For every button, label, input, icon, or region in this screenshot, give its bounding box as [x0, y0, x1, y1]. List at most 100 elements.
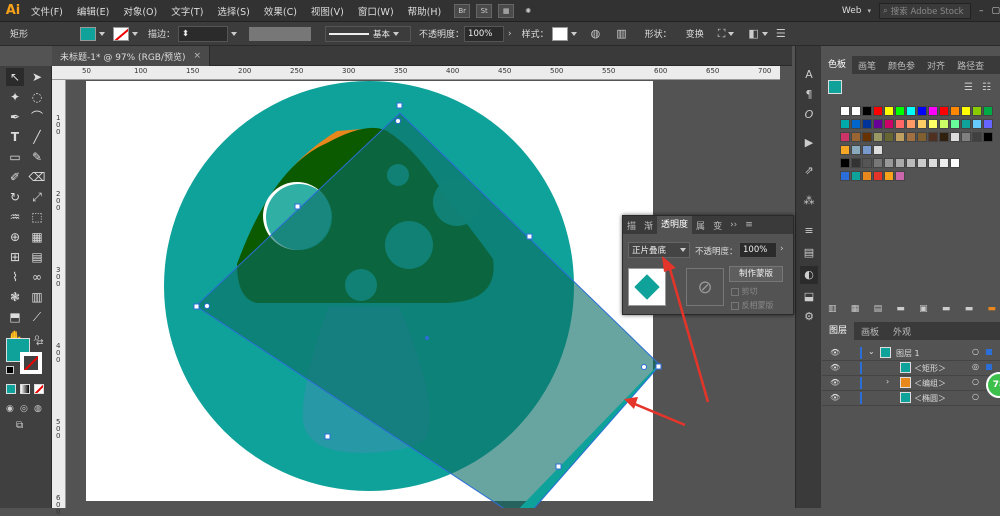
color-swatch[interactable]: [840, 132, 850, 142]
color-swatch[interactable]: [917, 119, 927, 129]
color-swatch[interactable]: [917, 132, 927, 142]
opacity-field[interactable]: 100%: [739, 242, 777, 258]
layer-row[interactable]: 👁 ＜椭圆＞ ○: [822, 391, 1000, 406]
color-swatch[interactable]: [906, 158, 916, 168]
rectangle-icon[interactable]: ▭: [6, 148, 24, 166]
color-swatch[interactable]: [950, 158, 960, 168]
arrange-docs-button[interactable]: ▦: [498, 3, 515, 18]
color-swatch[interactable]: [873, 132, 883, 142]
lasso-icon[interactable]: ◌: [28, 88, 46, 106]
color-swatch[interactable]: [840, 171, 850, 181]
chevron-down-icon[interactable]: [99, 31, 105, 36]
tab-transparency[interactable]: 透明度: [657, 216, 693, 234]
menu-file[interactable]: 文件(F): [24, 4, 70, 18]
properties-icon[interactable]: ⚙: [800, 308, 818, 326]
menu-object[interactable]: 对象(O): [116, 4, 164, 18]
eye-icon[interactable]: 👁: [830, 378, 840, 387]
trash-icon[interactable]: ▬: [987, 304, 996, 314]
color-swatch[interactable]: [884, 171, 894, 181]
tab-color-guide[interactable]: 颜色参: [882, 59, 921, 72]
tab-gradient[interactable]: 渐: [640, 219, 657, 232]
color-swatch[interactable]: [928, 132, 938, 142]
delete-swatch-icon[interactable]: ▬: [942, 304, 951, 314]
color-swatch[interactable]: [895, 158, 905, 168]
symbol-sprayer-icon[interactable]: ❃: [6, 288, 24, 306]
tab-artboards[interactable]: 画板: [854, 325, 886, 338]
stroke-color-box[interactable]: [20, 352, 42, 374]
symbols-icon[interactable]: ⁂: [800, 192, 818, 210]
color-swatch[interactable]: [862, 145, 872, 155]
live-corner-widget[interactable]: [641, 364, 647, 370]
tab-pathfinder[interactable]: 路径查: [951, 59, 990, 72]
new-color-group-icon[interactable]: ▬: [896, 304, 905, 314]
color-swatch[interactable]: [906, 119, 916, 129]
document-tab[interactable]: 未标题-1* @ 97% (RGB/预览) ×: [52, 46, 211, 66]
color-swatch[interactable]: [873, 158, 883, 168]
color-swatch[interactable]: [895, 171, 905, 181]
anchor-handle[interactable]: [655, 363, 662, 370]
fill-swatch[interactable]: [80, 26, 96, 41]
color-swatch[interactable]: [917, 106, 927, 116]
transparency-panel-icon[interactable]: ◐: [800, 266, 818, 284]
anchor-handle[interactable]: [324, 433, 331, 440]
maximize-icon[interactable]: ▢: [991, 6, 1000, 16]
tab-swatches[interactable]: 色板: [822, 56, 853, 74]
color-swatch[interactable]: [840, 158, 850, 168]
color-swatch[interactable]: [972, 132, 982, 142]
grid-view-icon[interactable]: ☷: [982, 82, 991, 93]
workspace-switcher[interactable]: Web: [842, 6, 862, 16]
rotate-icon[interactable]: ↻: [6, 188, 24, 206]
color-swatch[interactable]: [928, 158, 938, 168]
tab-attributes[interactable]: 属: [692, 219, 709, 232]
stroke-weight-field[interactable]: ⬍: [178, 25, 229, 42]
tab-layers[interactable]: 图层: [822, 322, 855, 340]
chevron-right-icon[interactable]: ›: [508, 29, 512, 39]
gpu-icon[interactable]: ✺: [520, 4, 536, 18]
anchor-handle[interactable]: [396, 102, 403, 109]
anchor-handle[interactable]: [526, 233, 533, 240]
color-swatch[interactable]: [884, 158, 894, 168]
tab-stroke[interactable]: 描: [623, 219, 640, 232]
align-icon[interactable]: ▥: [616, 27, 626, 40]
chevron-down-icon[interactable]: [231, 31, 238, 36]
color-swatch[interactable]: [884, 119, 894, 129]
color-swatch[interactable]: [950, 132, 960, 142]
color-swatch[interactable]: [873, 171, 883, 181]
target-icon[interactable]: ◎: [972, 362, 979, 371]
color-swatch[interactable]: [862, 132, 872, 142]
color-mode-icon[interactable]: [6, 384, 16, 394]
color-swatch[interactable]: [983, 119, 993, 129]
blend-icon[interactable]: ∞: [28, 268, 46, 286]
menu-effect[interactable]: 效果(C): [257, 4, 304, 18]
variable-width-profile[interactable]: [249, 26, 312, 41]
color-swatch[interactable]: [950, 119, 960, 129]
isolate-icon[interactable]: ⛶: [718, 27, 726, 41]
menu-help[interactable]: 帮助(H): [401, 4, 449, 18]
column-graph-icon[interactable]: ▥: [28, 288, 46, 306]
color-swatch[interactable]: [851, 106, 861, 116]
image-trace-icon[interactable]: ⬓: [800, 288, 818, 306]
color-swatch[interactable]: [840, 106, 850, 116]
curvature-icon[interactable]: ⌒: [28, 108, 46, 126]
draw-normal-icon[interactable]: ◉: [6, 404, 14, 414]
opentype-icon[interactable]: O: [800, 106, 818, 124]
current-fill-swatch[interactable]: [828, 80, 842, 94]
color-swatch[interactable]: [906, 132, 916, 142]
type-icon[interactable]: T: [6, 128, 24, 146]
anchor-handle[interactable]: [193, 303, 200, 310]
shaper-icon[interactable]: ✐: [6, 168, 24, 186]
character-icon[interactable]: A: [800, 66, 818, 84]
scale-icon[interactable]: ⤢: [28, 188, 46, 206]
color-swatch[interactable]: [851, 145, 861, 155]
chevron-down-icon[interactable]: [728, 31, 735, 36]
color-swatch[interactable]: [928, 106, 938, 116]
color-swatch[interactable]: [851, 158, 861, 168]
live-corner-widget[interactable]: [204, 303, 210, 309]
chevron-right-icon[interactable]: ›: [780, 244, 784, 254]
eye-icon[interactable]: 👁: [830, 393, 840, 402]
make-mask-button[interactable]: 制作蒙版: [729, 266, 783, 282]
links-icon[interactable]: ⇗: [800, 162, 818, 180]
swap-icon[interactable]: ⇄: [36, 338, 44, 348]
magic-wand-icon[interactable]: ✦: [6, 88, 24, 106]
chevron-down-icon[interactable]: [761, 31, 768, 36]
